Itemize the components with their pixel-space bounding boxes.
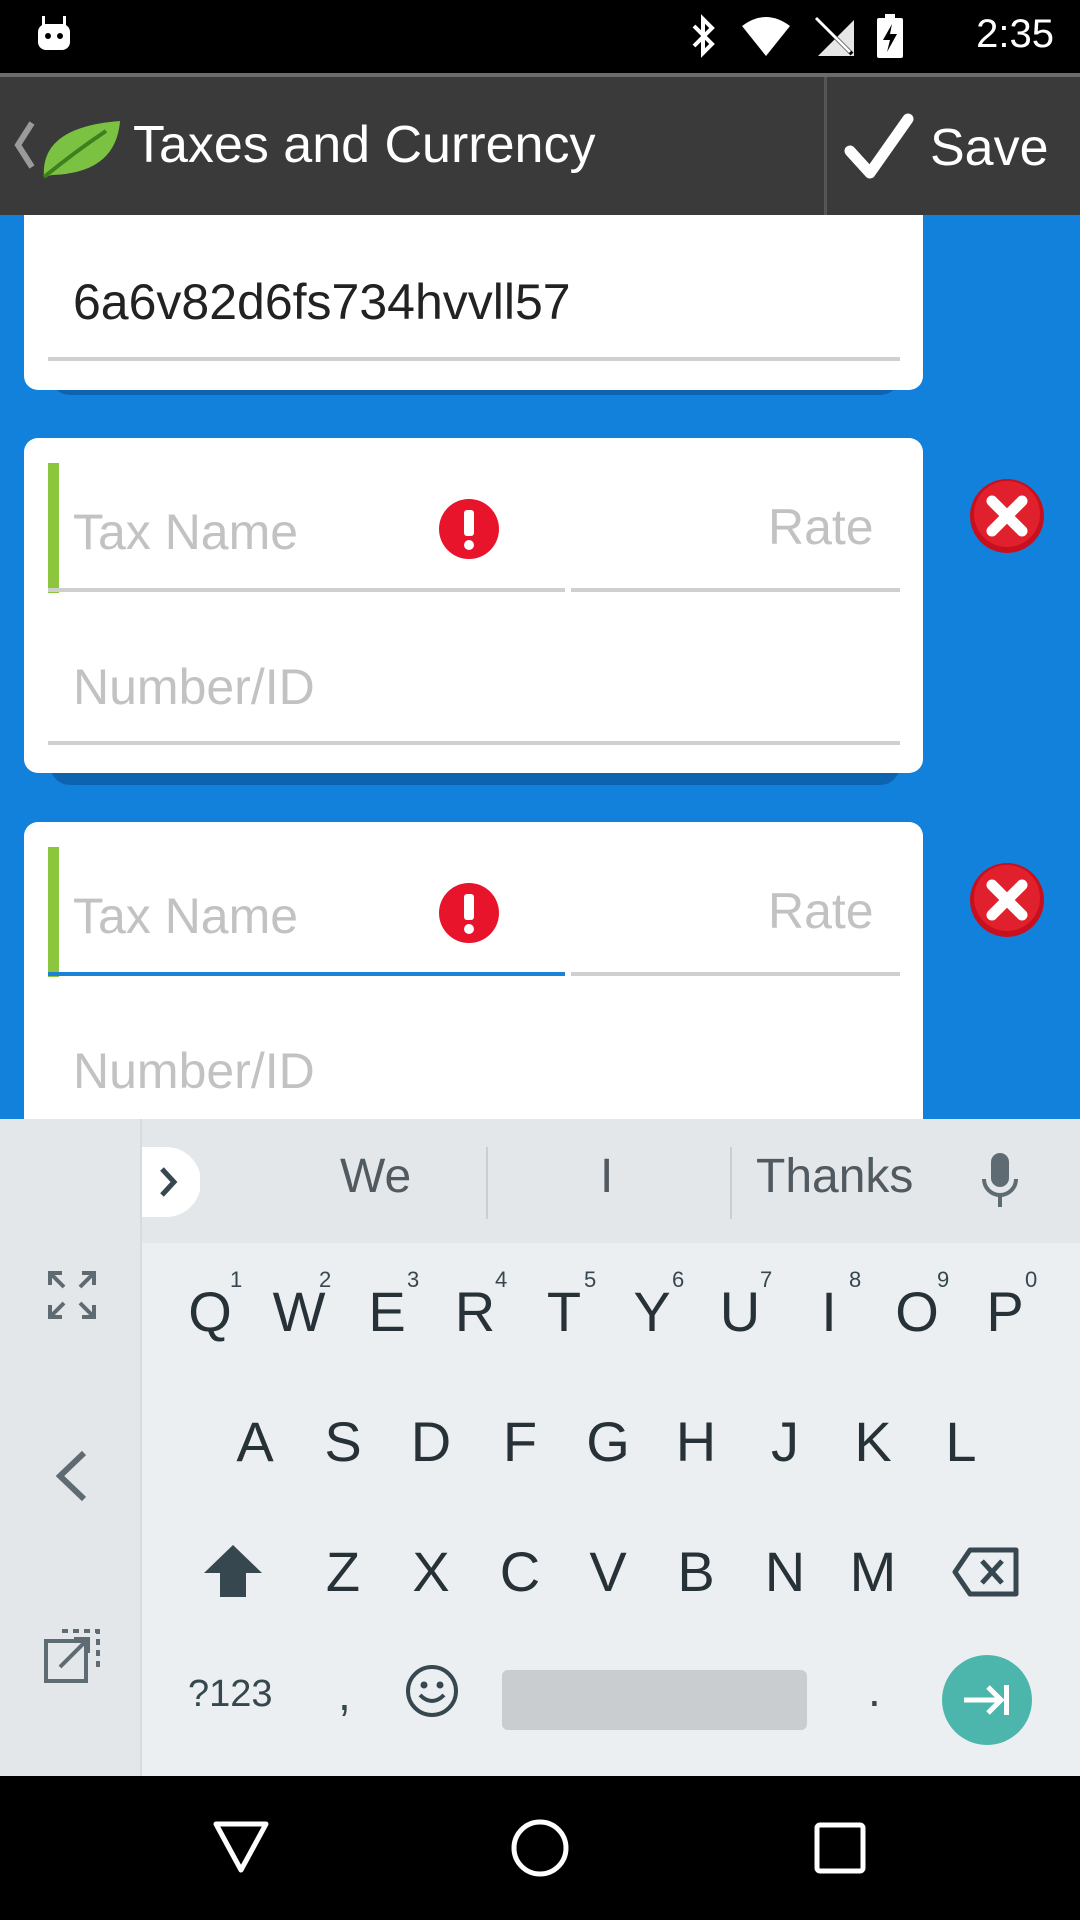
action-bar-divider — [824, 77, 827, 219]
no-signal-icon — [814, 16, 854, 56]
key-h[interactable]: H — [656, 1409, 736, 1474]
android-debug-icon — [38, 16, 70, 50]
nav-back-icon[interactable] — [212, 1820, 270, 1874]
leaf-logo-icon — [42, 121, 120, 179]
field-underline — [48, 357, 900, 361]
action-bar: Taxes and Currency Save — [0, 73, 1080, 219]
spacebar[interactable] — [502, 1670, 807, 1730]
field-underline — [571, 972, 900, 976]
key-n[interactable]: N — [745, 1539, 825, 1604]
backspace-icon[interactable] — [952, 1547, 1020, 1597]
key-b[interactable]: B — [656, 1539, 736, 1604]
key-hint: 8 — [849, 1267, 862, 1292]
checkmark-icon — [844, 113, 914, 179]
key-hint: 6 — [672, 1267, 685, 1292]
floating-keyboard-icon[interactable] — [42, 1627, 102, 1687]
key-c[interactable]: C — [480, 1539, 560, 1604]
key-d[interactable]: D — [391, 1409, 471, 1474]
key-v[interactable]: V — [568, 1539, 648, 1604]
key-x[interactable]: X — [391, 1539, 471, 1604]
rate-input[interactable]: Rate — [768, 882, 874, 940]
field-underline — [571, 588, 900, 592]
soft-keyboard: We I Thanks Q W E R T Y U I O P 1 2 3 4 … — [0, 1119, 1080, 1776]
back-chevron-icon[interactable] — [10, 117, 38, 173]
save-label: Save — [930, 119, 1049, 177]
number-id-input[interactable]: Number/ID — [73, 658, 315, 716]
keyboard-side-panel — [0, 1119, 142, 1776]
microphone-icon[interactable] — [980, 1151, 1020, 1211]
next-field-button[interactable] — [942, 1655, 1032, 1745]
error-icon — [439, 883, 499, 943]
key-hint: 2 — [319, 1267, 332, 1292]
suggestion-1[interactable]: We — [340, 1149, 411, 1204]
key-a[interactable]: A — [215, 1409, 295, 1474]
key-hint: 4 — [495, 1267, 508, 1292]
key-k[interactable]: K — [833, 1409, 913, 1474]
nav-recents-icon[interactable] — [814, 1822, 866, 1874]
delete-tax-button[interactable] — [968, 861, 1046, 939]
key-hint: 9 — [937, 1267, 950, 1292]
field-underline-focused — [48, 972, 565, 976]
required-marker — [48, 847, 59, 977]
key-f[interactable]: F — [480, 1409, 560, 1474]
tax-name-input[interactable]: Tax Name — [73, 503, 298, 561]
key-comma[interactable]: , — [338, 1667, 351, 1721]
tax-entry-card: Tax Name Rate Number/ID — [24, 822, 923, 1119]
tax-list[interactable]: 6a6v82d6fs734hvvll57 Tax Name Rate Numbe… — [0, 215, 1080, 1119]
suggestion-divider — [730, 1147, 732, 1219]
shift-icon[interactable] — [202, 1543, 264, 1599]
clock: 2:35 — [976, 12, 1054, 56]
rate-input[interactable]: Rate — [768, 498, 874, 556]
suggestion-2[interactable]: I — [600, 1149, 613, 1204]
key-z[interactable]: Z — [303, 1539, 383, 1604]
key-hint: 5 — [584, 1267, 597, 1292]
tax-entry-card: 6a6v82d6fs734hvvll57 — [24, 215, 923, 390]
key-period[interactable]: . — [868, 1663, 881, 1717]
status-bar: 2:35 — [0, 0, 1080, 73]
navigation-bar — [0, 1776, 1080, 1920]
key-hint: 3 — [407, 1267, 420, 1292]
save-button[interactable]: Save — [844, 77, 1080, 219]
required-marker — [48, 463, 59, 593]
key-g[interactable]: G — [568, 1409, 648, 1474]
expand-suggestions-icon[interactable] — [142, 1147, 200, 1217]
fullscreen-icon[interactable] — [46, 1269, 98, 1321]
suggestion-strip: We I Thanks — [142, 1119, 1080, 1243]
keyboard-back-icon[interactable] — [52, 1449, 92, 1503]
tax-entry-card: Tax Name Rate Number/ID — [24, 438, 923, 773]
key-hint: 7 — [760, 1267, 773, 1292]
emoji-icon[interactable] — [404, 1663, 460, 1719]
tax-name-input[interactable]: Tax Name — [73, 887, 298, 945]
key-j[interactable]: J — [745, 1409, 825, 1474]
number-id-input[interactable]: Number/ID — [73, 1042, 315, 1100]
key-m[interactable]: M — [833, 1539, 913, 1604]
key-s[interactable]: S — [303, 1409, 383, 1474]
key-hint: 1 — [230, 1267, 243, 1292]
wifi-icon — [742, 17, 790, 56]
symbols-key[interactable]: ?123 — [188, 1673, 273, 1716]
page-title: Taxes and Currency — [133, 116, 596, 174]
key-hint: 0 — [1025, 1267, 1038, 1292]
delete-tax-button[interactable] — [968, 477, 1046, 555]
field-underline — [48, 588, 565, 592]
suggestion-3[interactable]: Thanks — [756, 1149, 913, 1204]
suggestion-divider — [486, 1147, 488, 1219]
bluetooth-icon — [692, 14, 715, 58]
battery-charging-icon — [877, 14, 903, 58]
tax-number-value[interactable]: 6a6v82d6fs734hvvll57 — [73, 273, 571, 331]
field-underline — [48, 741, 900, 745]
error-icon — [439, 499, 499, 559]
key-l[interactable]: L — [921, 1409, 1001, 1474]
nav-home-icon[interactable] — [510, 1818, 570, 1878]
